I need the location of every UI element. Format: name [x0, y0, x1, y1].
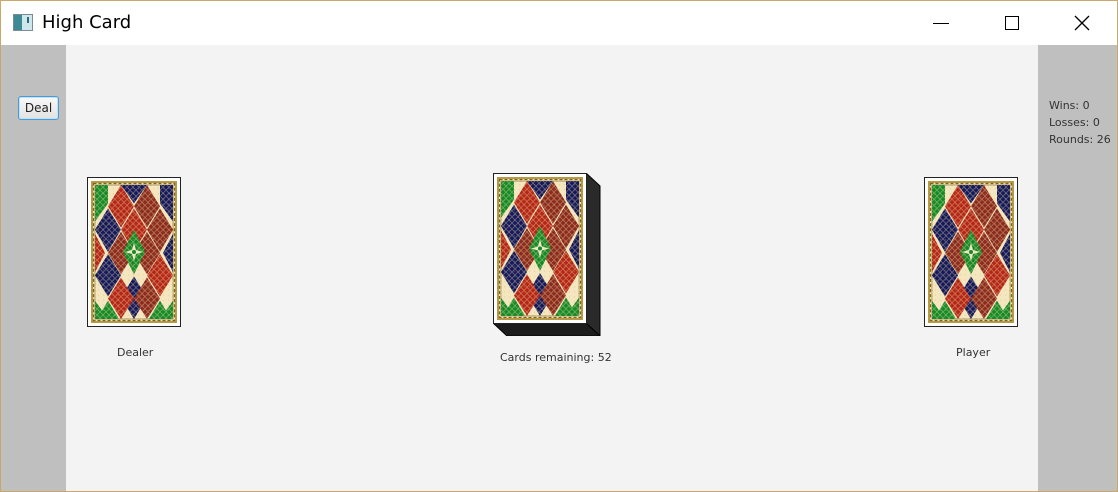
- card-back-image: [91, 181, 177, 323]
- deal-button[interactable]: Deal: [18, 96, 59, 120]
- close-icon: [1074, 15, 1090, 31]
- cards-remaining-label: Cards remaining: 52: [500, 351, 612, 364]
- left-panel: Deal: [1, 45, 66, 491]
- deck-stack[interactable]: [493, 173, 601, 336]
- title-bar[interactable]: High Card: [1, 1, 1117, 45]
- window-title: High Card: [42, 12, 132, 33]
- rounds-stat: Rounds: 26: [1049, 133, 1111, 146]
- close-button[interactable]: [1059, 1, 1105, 45]
- stats-list: Wins: 0 Losses: 0 Rounds: 26: [1049, 97, 1111, 148]
- maximize-icon: [1005, 16, 1019, 30]
- card-back-image: [928, 181, 1014, 323]
- minimize-icon: [933, 22, 949, 24]
- maximize-button[interactable]: [989, 1, 1035, 45]
- app-icon: [13, 14, 33, 31]
- stats-panel: Wins: 0 Losses: 0 Rounds: 26: [1038, 45, 1117, 491]
- player-card: [924, 177, 1018, 327]
- wins-stat: Wins: 0: [1049, 99, 1090, 112]
- dealer-label: Dealer: [117, 346, 154, 359]
- card-back-image: [497, 177, 583, 320]
- app-window: High Card Deal Dealer Cards remaining: 5…: [0, 0, 1118, 492]
- deck-top-card: [493, 173, 587, 324]
- dealer-card: [87, 177, 181, 327]
- player-label: Player: [956, 346, 991, 359]
- minimize-button[interactable]: [918, 1, 964, 45]
- game-table: Dealer Cards remaining: 52 Player: [66, 45, 1038, 491]
- losses-stat: Losses: 0: [1049, 116, 1100, 129]
